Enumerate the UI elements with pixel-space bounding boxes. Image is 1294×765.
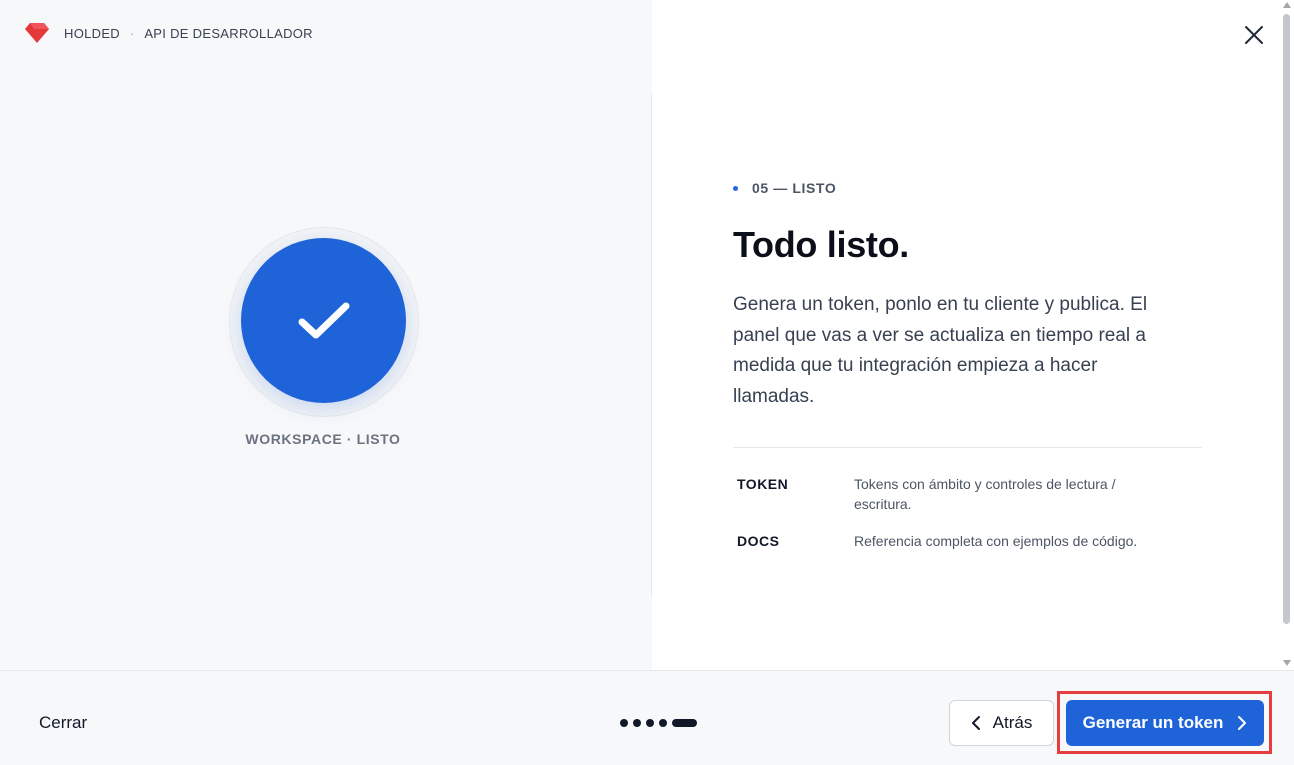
generate-token-button[interactable]: Generar un token bbox=[1066, 700, 1264, 746]
success-badge bbox=[241, 238, 406, 403]
workspace-status-label: WORKSPACE · LISTO bbox=[245, 431, 401, 447]
page-title: Todo listo. bbox=[733, 224, 909, 265]
step-indicator: 05 — LISTO bbox=[733, 180, 836, 196]
scroll-down-arrow[interactable] bbox=[1283, 660, 1291, 666]
brand-subtitle: API DE DESARROLLADOR bbox=[144, 25, 313, 41]
brand-name: HOLDED bbox=[64, 25, 120, 41]
progress-dot bbox=[633, 719, 641, 727]
scroll-up-arrow[interactable] bbox=[1283, 2, 1291, 8]
progress-dot-active bbox=[672, 719, 697, 727]
step-dot bbox=[733, 185, 738, 191]
feature-value: Referencia completa con ejemplos de códi… bbox=[854, 533, 1138, 549]
horizontal-divider bbox=[733, 447, 1202, 448]
scrollbar-thumb[interactable] bbox=[1283, 14, 1290, 624]
check-icon bbox=[298, 302, 349, 338]
progress-dot bbox=[620, 719, 628, 727]
generate-token-label: Generar un token bbox=[1082, 713, 1224, 732]
close-link[interactable]: Cerrar bbox=[39, 713, 87, 733]
chevron-left-icon bbox=[971, 716, 980, 730]
progress-dot bbox=[646, 719, 654, 727]
vertical-divider bbox=[651, 93, 652, 596]
brand-separator: · bbox=[129, 25, 135, 41]
feature-key: TOKEN bbox=[737, 476, 789, 492]
brand-header: HOLDED · API DE DESARROLLADOR bbox=[24, 22, 313, 44]
feature-value: Tokens con ámbito y controles de lectura… bbox=[854, 476, 1116, 512]
progress-dot bbox=[659, 719, 667, 727]
step-progress-dots bbox=[620, 719, 697, 727]
chevron-right-icon bbox=[1238, 716, 1247, 730]
back-button[interactable]: Atrás bbox=[949, 700, 1054, 746]
page-description: Genera un token, ponlo en tu cliente y p… bbox=[733, 294, 1148, 407]
feature-key: DOCS bbox=[737, 533, 780, 549]
back-button-label: Atrás bbox=[992, 713, 1033, 732]
close-icon bbox=[1245, 26, 1263, 44]
holded-logo-icon bbox=[25, 23, 49, 43]
feature-row-docs: DOCS Referencia completa con ejemplos de… bbox=[737, 531, 1174, 551]
step-label: 05 — LISTO bbox=[752, 180, 837, 196]
feature-row-token: TOKEN Tokens con ámbito y controles de l… bbox=[737, 474, 1174, 514]
close-button[interactable] bbox=[1240, 21, 1268, 49]
